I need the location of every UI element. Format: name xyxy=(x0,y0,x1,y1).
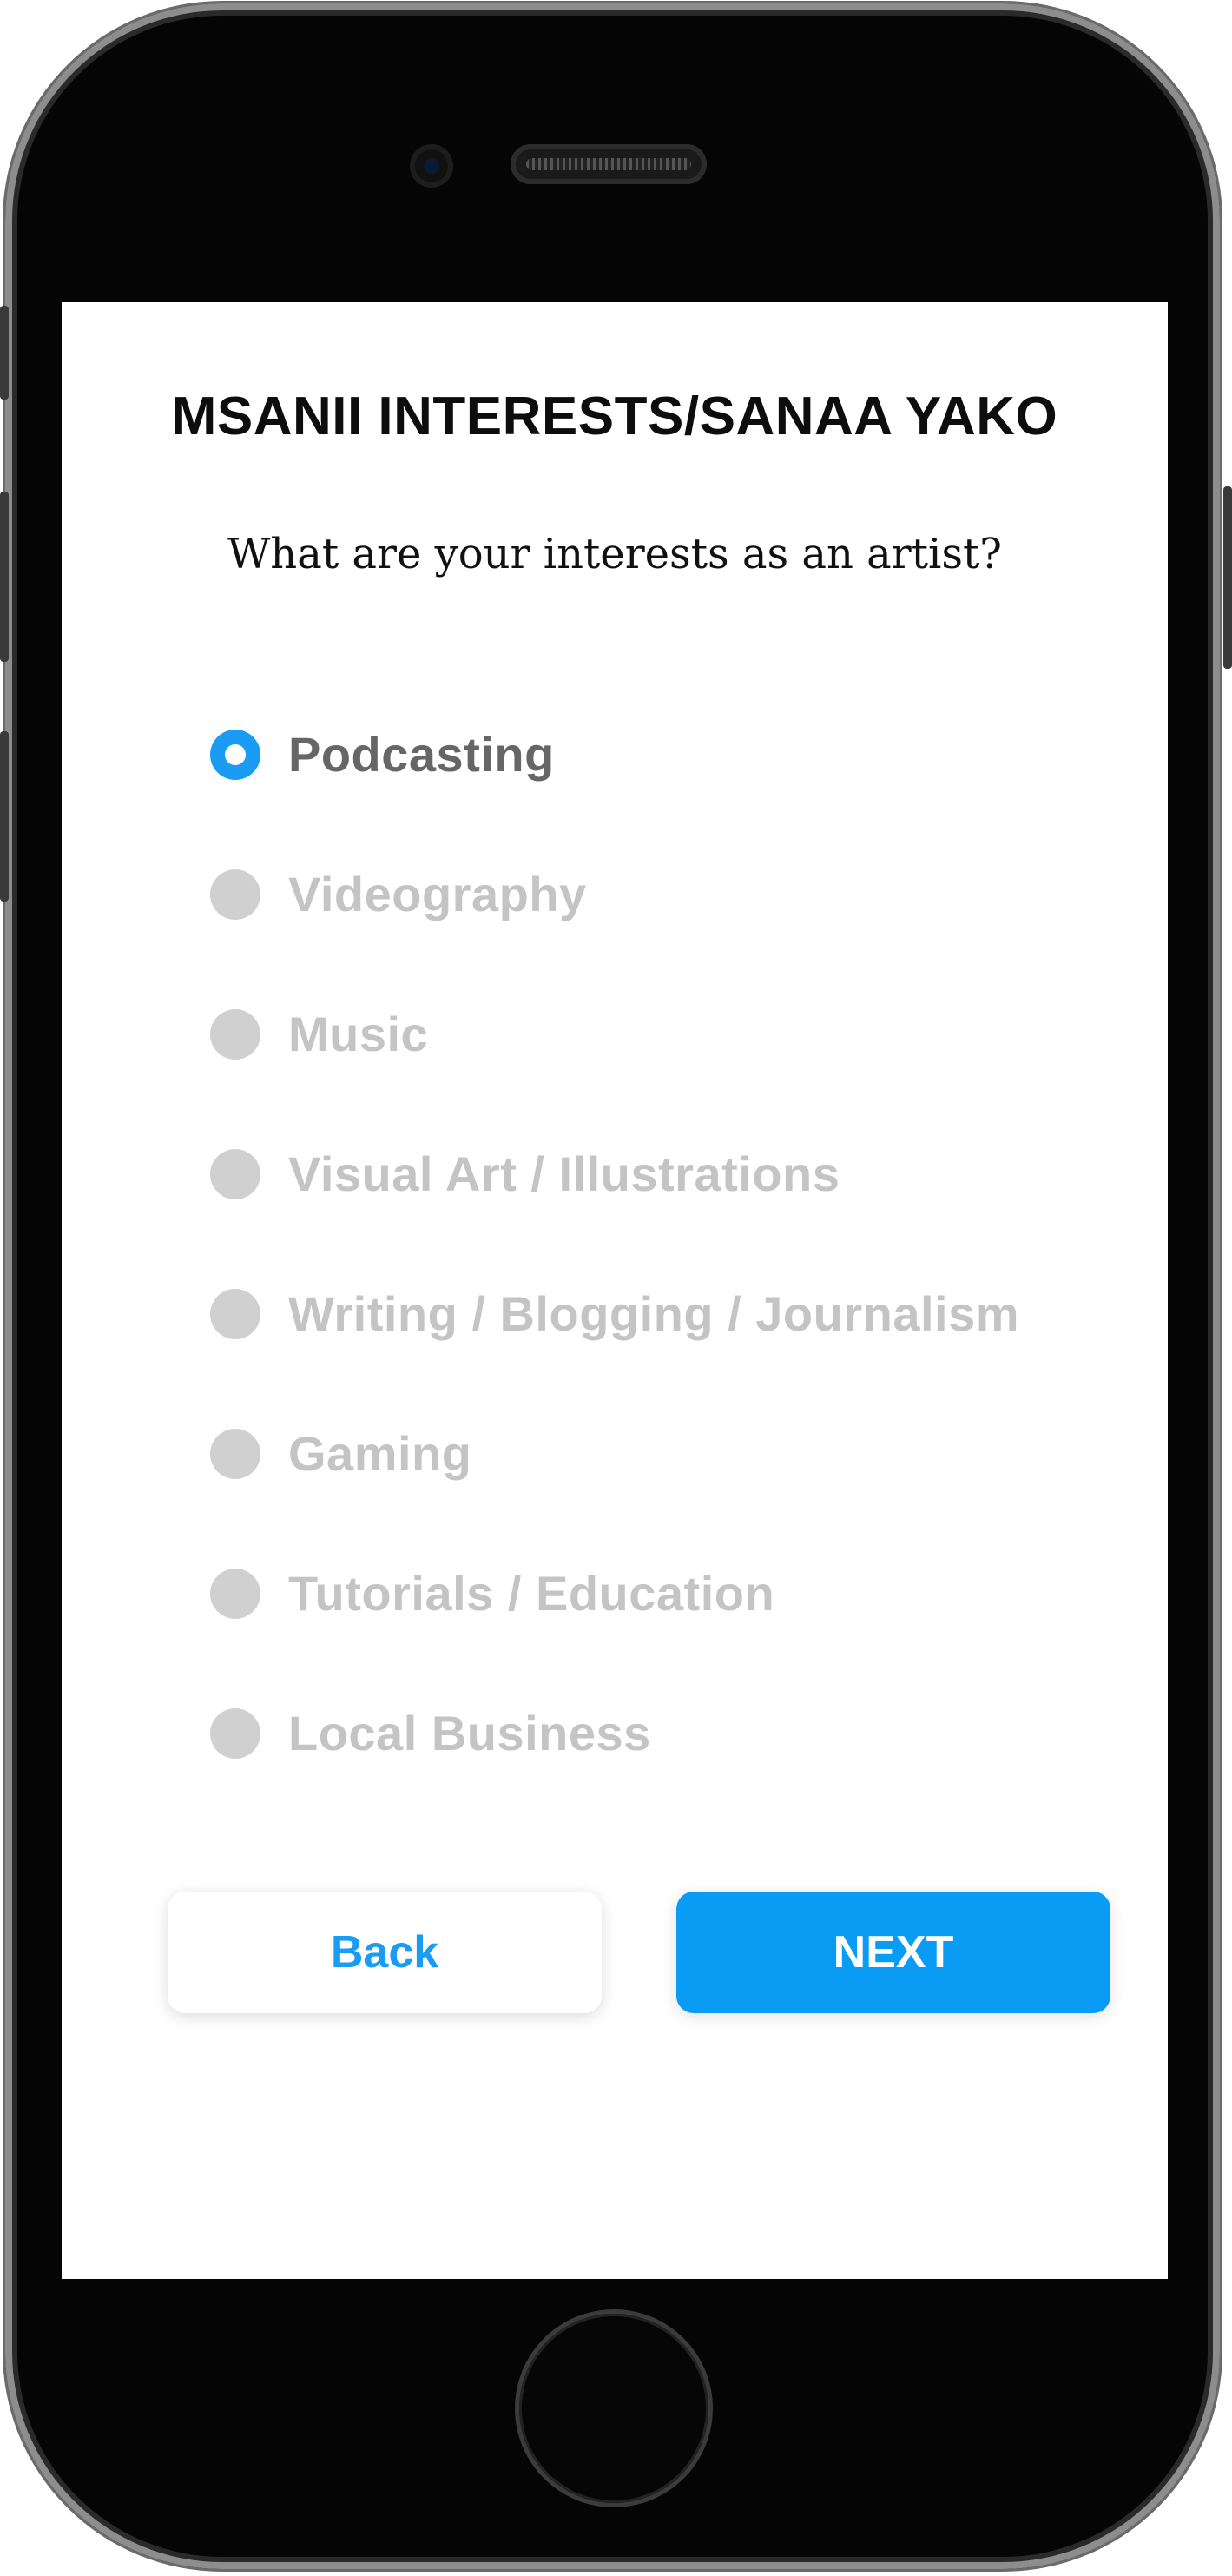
phone-frame: MSANII INTERESTS/SANAA YAKO What are you… xyxy=(0,0,1232,2576)
interest-option-label: Videography xyxy=(288,867,587,921)
power-button xyxy=(1223,486,1232,669)
back-button[interactable]: Back xyxy=(168,1892,602,2013)
radio-unselected-icon[interactable] xyxy=(210,869,260,920)
app-screen: MSANII INTERESTS/SANAA YAKO What are you… xyxy=(62,302,1168,2279)
interests-radio-group: Podcasting Videography Music Visual Art … xyxy=(210,684,1019,1803)
earpiece-speaker-icon xyxy=(511,144,707,184)
mute-switch xyxy=(0,306,9,400)
interest-option-podcasting[interactable]: Podcasting xyxy=(210,684,1019,824)
interest-option-label: Podcasting xyxy=(288,727,555,782)
volume-down-button xyxy=(0,731,9,902)
interest-option-music[interactable]: Music xyxy=(210,964,1019,1104)
interest-option-videography[interactable]: Videography xyxy=(210,824,1019,964)
interest-option-writing[interactable]: Writing / Blogging / Journalism xyxy=(210,1244,1019,1384)
interest-option-label: Music xyxy=(288,1007,429,1061)
radio-unselected-icon[interactable] xyxy=(210,1568,260,1619)
home-button-icon[interactable] xyxy=(519,2314,708,2503)
radio-unselected-icon[interactable] xyxy=(210,1148,260,1199)
interest-option-label: Local Business xyxy=(288,1706,651,1760)
interest-option-label: Tutorials / Education xyxy=(288,1566,775,1621)
interest-option-tutorials[interactable]: Tutorials / Education xyxy=(210,1523,1019,1663)
page-title: MSANII INTERESTS/SANAA YAKO xyxy=(171,386,1058,446)
interest-option-label: Gaming xyxy=(288,1426,472,1481)
interest-option-label: Writing / Blogging / Journalism xyxy=(288,1286,1020,1341)
radio-unselected-icon[interactable] xyxy=(210,1707,260,1759)
interest-option-label: Visual Art / Illustrations xyxy=(288,1146,840,1201)
radio-selected-icon[interactable] xyxy=(210,729,260,780)
front-camera-icon xyxy=(410,144,453,188)
interests-question: What are your interests as an artist? xyxy=(227,530,1003,578)
interest-option-local-business[interactable]: Local Business xyxy=(210,1663,1019,1803)
radio-unselected-icon[interactable] xyxy=(210,1428,260,1479)
radio-unselected-icon[interactable] xyxy=(210,1008,260,1060)
volume-up-button xyxy=(0,492,9,662)
interest-option-visual-art[interactable]: Visual Art / Illustrations xyxy=(210,1104,1019,1244)
next-button[interactable]: NEXT xyxy=(676,1892,1110,2013)
radio-unselected-icon[interactable] xyxy=(210,1288,260,1339)
interest-option-gaming[interactable]: Gaming xyxy=(210,1384,1019,1523)
